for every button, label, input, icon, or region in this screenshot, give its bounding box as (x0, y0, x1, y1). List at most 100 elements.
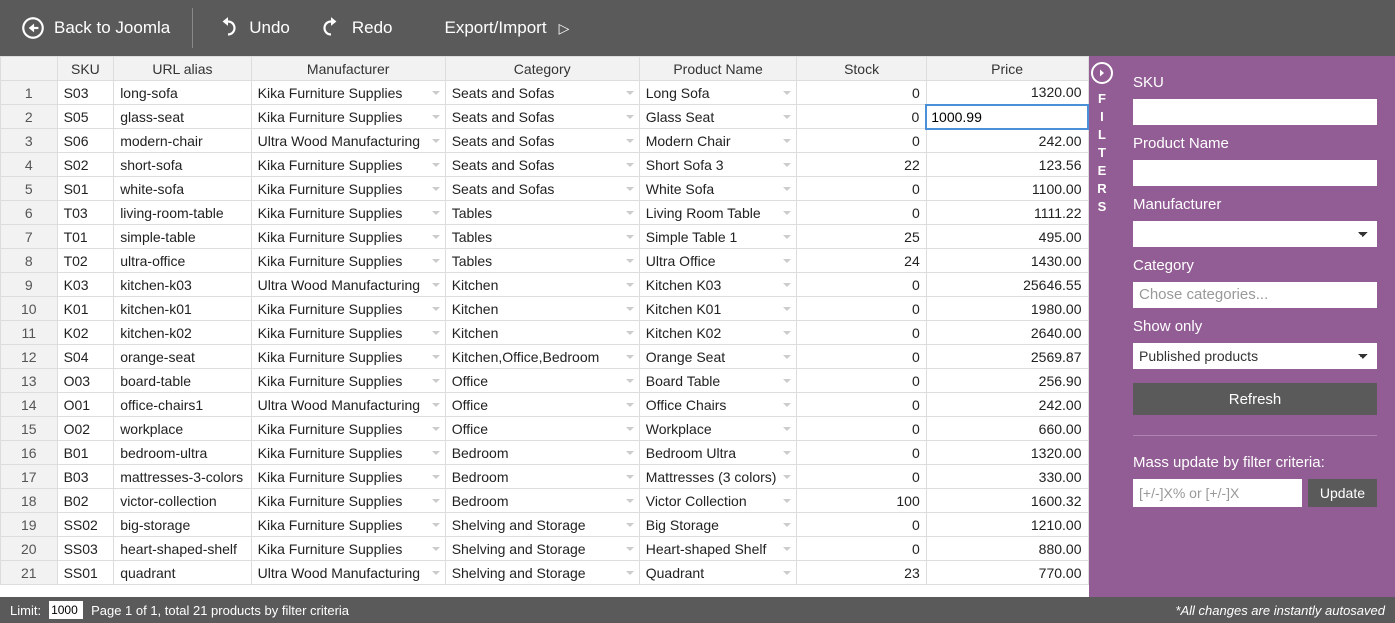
cell-cat[interactable]: Seats and Sofas (445, 129, 639, 153)
cell-sku[interactable]: K01 (57, 297, 114, 321)
cell-stock[interactable]: 22 (797, 153, 926, 177)
cell-url[interactable]: orange-seat (114, 345, 251, 369)
sku-input[interactable] (1133, 99, 1377, 125)
cell-mfr[interactable]: Kika Furniture Supplies (251, 345, 445, 369)
cell-mfr[interactable]: Kika Furniture Supplies (251, 369, 445, 393)
cell-name[interactable]: Short Sofa 3 (639, 153, 797, 177)
cell-url[interactable]: kitchen-k03 (114, 273, 251, 297)
price-editor[interactable] (927, 106, 1087, 128)
mass-value-input[interactable] (1133, 479, 1302, 507)
cell-url[interactable]: office-chairs1 (114, 393, 251, 417)
cell-sku[interactable]: SS01 (57, 561, 114, 585)
cell-rn[interactable]: 6 (1, 201, 58, 225)
cell-name[interactable]: Glass Seat (639, 105, 797, 129)
cell-stock[interactable]: 0 (797, 417, 926, 441)
cell-rn[interactable]: 10 (1, 297, 58, 321)
cell-rn[interactable]: 1 (1, 81, 58, 105)
cell-name[interactable]: Kitchen K01 (639, 297, 797, 321)
cell-cat[interactable]: Bedroom (445, 441, 639, 465)
cell-price[interactable]: 1600.32 (926, 489, 1088, 513)
cell-name[interactable]: Quadrant (639, 561, 797, 585)
cell-sku[interactable]: T02 (57, 249, 114, 273)
col-header-cat[interactable]: Category (445, 57, 639, 81)
cell-name[interactable]: Ultra Office (639, 249, 797, 273)
cell-cat[interactable]: Kitchen (445, 273, 639, 297)
cell-sku[interactable]: SS03 (57, 537, 114, 561)
cell-mfr[interactable]: Ultra Wood Manufacturing (251, 393, 445, 417)
cell-url[interactable]: ultra-office (114, 249, 251, 273)
cell-price[interactable]: 660.00 (926, 417, 1088, 441)
cell-cat[interactable]: Seats and Sofas (445, 105, 639, 129)
cell-stock[interactable]: 0 (797, 537, 926, 561)
cell-price[interactable]: 256.90 (926, 369, 1088, 393)
cell-stock[interactable]: 0 (797, 129, 926, 153)
show-only-select[interactable]: Published products (1133, 343, 1377, 369)
cell-url[interactable]: modern-chair (114, 129, 251, 153)
cell-rn[interactable]: 3 (1, 129, 58, 153)
cell-rn[interactable]: 2 (1, 105, 58, 129)
cell-name[interactable]: Modern Chair (639, 129, 797, 153)
cell-rn[interactable]: 18 (1, 489, 58, 513)
cell-stock[interactable]: 0 (797, 321, 926, 345)
cell-stock[interactable]: 0 (797, 513, 926, 537)
cell-price[interactable]: 1980.00 (926, 297, 1088, 321)
cell-stock[interactable]: 0 (797, 297, 926, 321)
cell-stock[interactable]: 0 (797, 465, 926, 489)
cell-cat[interactable]: Bedroom (445, 465, 639, 489)
cell-sku[interactable]: S02 (57, 153, 114, 177)
cell-mfr[interactable]: Kika Furniture Supplies (251, 297, 445, 321)
cell-cat[interactable]: Bedroom (445, 489, 639, 513)
cell-stock[interactable]: 0 (797, 393, 926, 417)
cell-sku[interactable]: S05 (57, 105, 114, 129)
cell-url[interactable]: kitchen-k02 (114, 321, 251, 345)
cell-cat[interactable]: Kitchen (445, 321, 639, 345)
cell-price[interactable]: 330.00 (926, 465, 1088, 489)
cell-cat[interactable]: Shelving and Storage (445, 537, 639, 561)
cell-name[interactable]: Bedroom Ultra (639, 441, 797, 465)
cell-url[interactable]: kitchen-k01 (114, 297, 251, 321)
cell-mfr[interactable]: Kika Furniture Supplies (251, 177, 445, 201)
cell-rn[interactable]: 13 (1, 369, 58, 393)
cell-mfr[interactable]: Kika Furniture Supplies (251, 537, 445, 561)
cell-rn[interactable]: 19 (1, 513, 58, 537)
cell-rn[interactable]: 8 (1, 249, 58, 273)
cell-stock[interactable]: 0 (797, 345, 926, 369)
refresh-button[interactable]: Refresh (1133, 383, 1377, 415)
cell-rn[interactable]: 20 (1, 537, 58, 561)
cell-url[interactable]: big-storage (114, 513, 251, 537)
cell-cat[interactable]: Office (445, 369, 639, 393)
cell-price[interactable]: 242.00 (926, 393, 1088, 417)
cell-rn[interactable]: 5 (1, 177, 58, 201)
cell-mfr[interactable]: Ultra Wood Manufacturing (251, 129, 445, 153)
cell-stock[interactable]: 100 (797, 489, 926, 513)
cell-mfr[interactable]: Kika Furniture Supplies (251, 321, 445, 345)
redo-button[interactable]: Redo (308, 0, 403, 56)
cell-name[interactable]: Big Storage (639, 513, 797, 537)
cell-sku[interactable]: SS02 (57, 513, 114, 537)
cell-url[interactable]: glass-seat (114, 105, 251, 129)
cell-name[interactable]: Orange Seat (639, 345, 797, 369)
cell-rn[interactable]: 15 (1, 417, 58, 441)
cell-name[interactable]: Mattresses (3 colors) (639, 465, 797, 489)
cell-rn[interactable]: 4 (1, 153, 58, 177)
cell-price[interactable]: 770.00 (926, 561, 1088, 585)
col-header-url[interactable]: URL alias (114, 57, 251, 81)
cell-url[interactable]: bedroom-ultra (114, 441, 251, 465)
cell-price[interactable] (926, 105, 1088, 129)
cell-sku[interactable]: O03 (57, 369, 114, 393)
col-header-stock[interactable]: Stock (797, 57, 926, 81)
cell-name[interactable]: Workplace (639, 417, 797, 441)
cell-cat[interactable]: Seats and Sofas (445, 153, 639, 177)
cell-mfr[interactable]: Kika Furniture Supplies (251, 225, 445, 249)
export-import-button[interactable]: Export/Import ▷ (435, 0, 579, 56)
cell-mfr[interactable]: Kika Furniture Supplies (251, 489, 445, 513)
cell-name[interactable]: Victor Collection (639, 489, 797, 513)
cell-sku[interactable]: B01 (57, 441, 114, 465)
cell-mfr[interactable]: Kika Furniture Supplies (251, 249, 445, 273)
cell-price[interactable]: 880.00 (926, 537, 1088, 561)
cell-price[interactable]: 1111.22 (926, 201, 1088, 225)
cell-stock[interactable]: 0 (797, 441, 926, 465)
name-input[interactable] (1133, 160, 1377, 186)
cell-price[interactable]: 123.56 (926, 153, 1088, 177)
cell-url[interactable]: living-room-table (114, 201, 251, 225)
